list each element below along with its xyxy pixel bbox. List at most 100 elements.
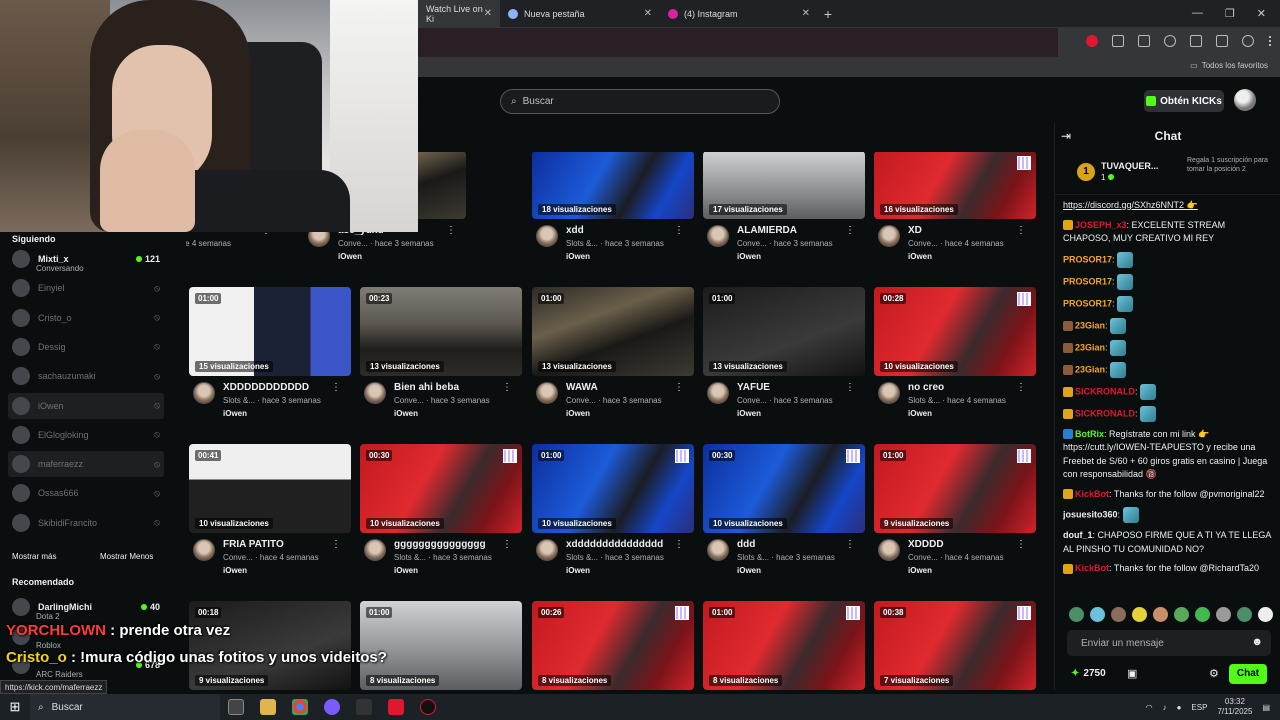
video-card[interactable]: 00:28 10 visualizaciones no creo Slots &...… (874, 287, 1036, 424)
channel-avatar[interactable] (364, 539, 386, 561)
video-card[interactable]: 00:30 10 visualizaciones ggggggggggggggg Sl… (360, 444, 522, 581)
video-thumbnail[interactable]: 00:26 8 visualizaciones (532, 601, 694, 690)
restore-icon[interactable]: ❐ (1225, 7, 1235, 20)
channel-avatar[interactable] (364, 382, 386, 404)
more-options-icon[interactable]: ⋮ (1016, 539, 1026, 550)
more-options-icon[interactable]: ⋮ (502, 382, 512, 393)
video-card[interactable]: 17 visualizaciones ALAMIERDA Conve... · ha… (703, 152, 865, 267)
more-options-icon[interactable]: ⋮ (446, 225, 456, 236)
file-explorer-icon[interactable] (260, 699, 276, 715)
chat-username[interactable]: SICKRONALD (1075, 408, 1135, 418)
video-card[interactable]: 00:41 10 visualizaciones FRIA PATITO Conve.… (189, 444, 351, 581)
chat-username[interactable]: PROSOR17 (1063, 298, 1112, 308)
chrome-icon[interactable] (292, 699, 308, 715)
video-card[interactable]: 00:18 9 visualizaciones (189, 601, 351, 690)
sidebar-channel-item[interactable]: Mixti_x 121 Conversando (8, 246, 164, 273)
gift-icon[interactable]: ▣ (1127, 667, 1137, 680)
emote-icon[interactable] (1132, 607, 1147, 622)
channel-avatar[interactable] (878, 225, 900, 247)
more-options-icon[interactable]: ⋮ (674, 382, 684, 393)
video-title[interactable]: no creo (908, 382, 1018, 393)
video-channel[interactable]: iOwen (737, 252, 761, 261)
chat-username[interactable]: BotRix (1075, 429, 1104, 439)
video-thumbnail[interactable]: 01:00 15 visualizaciones (189, 287, 351, 376)
screenshot-icon[interactable] (1138, 35, 1150, 47)
sidebar-channel-item[interactable]: sachauzumaki ⦸ (8, 363, 164, 389)
wifi-icon[interactable]: ◠ (1146, 703, 1153, 712)
extension-icon[interactable] (1112, 35, 1124, 47)
channel-avatar[interactable] (707, 382, 729, 404)
video-channel[interactable]: iOwen (394, 566, 418, 575)
close-tab-icon[interactable]: ✕ (802, 8, 810, 19)
get-kicks-button[interactable]: Obtén KICKs (1144, 90, 1224, 112)
menu-dots-icon[interactable] (1268, 35, 1272, 47)
channel-avatar[interactable] (193, 382, 215, 404)
video-thumbnail[interactable]: 18 visualizaciones (532, 152, 694, 219)
video-thumbnail[interactable]: 00:28 10 visualizaciones (874, 287, 1036, 376)
more-options-icon[interactable]: ⋮ (502, 539, 512, 550)
video-channel[interactable]: iOwen (566, 409, 590, 418)
channel-avatar[interactable] (878, 539, 900, 561)
mic-icon[interactable]: ● (1177, 703, 1182, 712)
chat-send-button[interactable]: Chat (1229, 664, 1267, 684)
emote-icon[interactable] (1174, 607, 1189, 622)
more-options-icon[interactable]: ⋮ (1016, 382, 1026, 393)
video-thumbnail[interactable]: 01:00 8 visualizaciones (360, 601, 522, 690)
video-channel[interactable]: iOwen (223, 566, 247, 575)
video-title[interactable]: YAFUE (737, 382, 847, 393)
video-title[interactable]: XD (908, 225, 1018, 236)
channel-avatar[interactable] (707, 225, 729, 247)
video-thumbnail[interactable]: 00:38 7 visualizaciones (874, 601, 1036, 690)
video-card[interactable]: 00:23 13 visualizaciones Bien ahi beba Conv… (360, 287, 522, 424)
minimize-icon[interactable]: — (1192, 7, 1203, 20)
notifications-icon[interactable]: ▤ (1262, 703, 1270, 712)
sidebar-recommended-item[interactable]: DarlingMichi 40 Dota 2 (8, 594, 164, 621)
discord-icon[interactable] (324, 699, 340, 715)
video-card[interactable]: 00:38 7 visualizaciones (874, 601, 1036, 690)
app-icon[interactable] (420, 699, 436, 715)
video-card[interactable]: 01:00 10 visualizaciones xddddddddddddddd S… (532, 444, 694, 581)
obs-icon[interactable] (356, 699, 372, 715)
sidebar-channel-item[interactable]: SkibidiFrancito ⦸ (8, 510, 164, 536)
settings-gear-icon[interactable]: ⚙ (1209, 667, 1219, 680)
channel-avatar[interactable] (536, 539, 558, 561)
chat-username[interactable]: KickBot (1075, 489, 1109, 499)
video-title[interactable]: xddddddddddddddd (566, 539, 676, 550)
volume-icon[interactable]: ♪ (1163, 703, 1167, 712)
video-title[interactable]: XDDDD (908, 539, 1018, 550)
sidebar-channel-item[interactable]: ElGlogloking ⦸ (8, 422, 164, 448)
video-thumbnail[interactable]: 01:00 10 visualizaciones (532, 444, 694, 533)
video-thumbnail[interactable]: 01:00 9 visualizaciones (874, 444, 1036, 533)
chat-username[interactable]: douf_1 (1063, 530, 1093, 540)
sidebar-channel-item[interactable]: maferraezz ⦸ (8, 451, 164, 478)
video-title[interactable]: WAWA (566, 382, 676, 393)
kicks-balance[interactable]: ✦ 2750 (1071, 668, 1106, 679)
video-thumbnail[interactable]: 01:00 8 visualizaciones (703, 601, 865, 690)
video-channel[interactable]: iOwen (737, 566, 761, 575)
channel-avatar[interactable] (878, 382, 900, 404)
more-options-icon[interactable]: ⋮ (845, 539, 855, 550)
video-channel[interactable]: iOwen (908, 252, 932, 261)
chat-username[interactable]: KickBot (1075, 563, 1109, 573)
acrobat-icon[interactable] (388, 699, 404, 715)
playlist-icon[interactable] (1216, 35, 1228, 47)
tab-kick[interactable]: Watch Live on Ki ✕ (418, 0, 500, 27)
new-tab-button[interactable]: + (818, 6, 838, 22)
emoji-icon[interactable]: ☻ (1251, 636, 1263, 648)
download-icon[interactable] (1190, 35, 1202, 47)
star-icon[interactable] (1164, 35, 1176, 47)
profile-icon[interactable] (1242, 35, 1254, 47)
video-title[interactable]: Bien ahi beba (394, 382, 504, 393)
gift-sub-text[interactable]: Regala 1 suscripción para tomar la posic… (1187, 156, 1277, 174)
video-channel[interactable]: iOwen (223, 409, 247, 418)
video-card[interactable]: 01:00 15 visualizaciones XDDDDDDDDDDD Slots… (189, 287, 351, 424)
video-thumbnail[interactable]: 00:30 10 visualizaciones (360, 444, 522, 533)
chat-username[interactable]: SICKRONALD (1075, 386, 1135, 396)
chat-message-input[interactable]: Enviar un mensaje ☻ (1067, 630, 1271, 656)
video-card[interactable]: 16 visualizaciones XD Conve... · hace 4 se… (874, 152, 1036, 267)
all-bookmarks[interactable]: ▭ Todos los favoritos (1190, 61, 1268, 70)
windows-start-icon[interactable]: ⊞ (0, 699, 30, 715)
chat-username[interactable]: JOSEPH_x3 (1075, 220, 1127, 230)
tab-new[interactable]: Nueva pestaña ✕ (500, 0, 660, 27)
more-options-icon[interactable]: ⋮ (674, 539, 684, 550)
